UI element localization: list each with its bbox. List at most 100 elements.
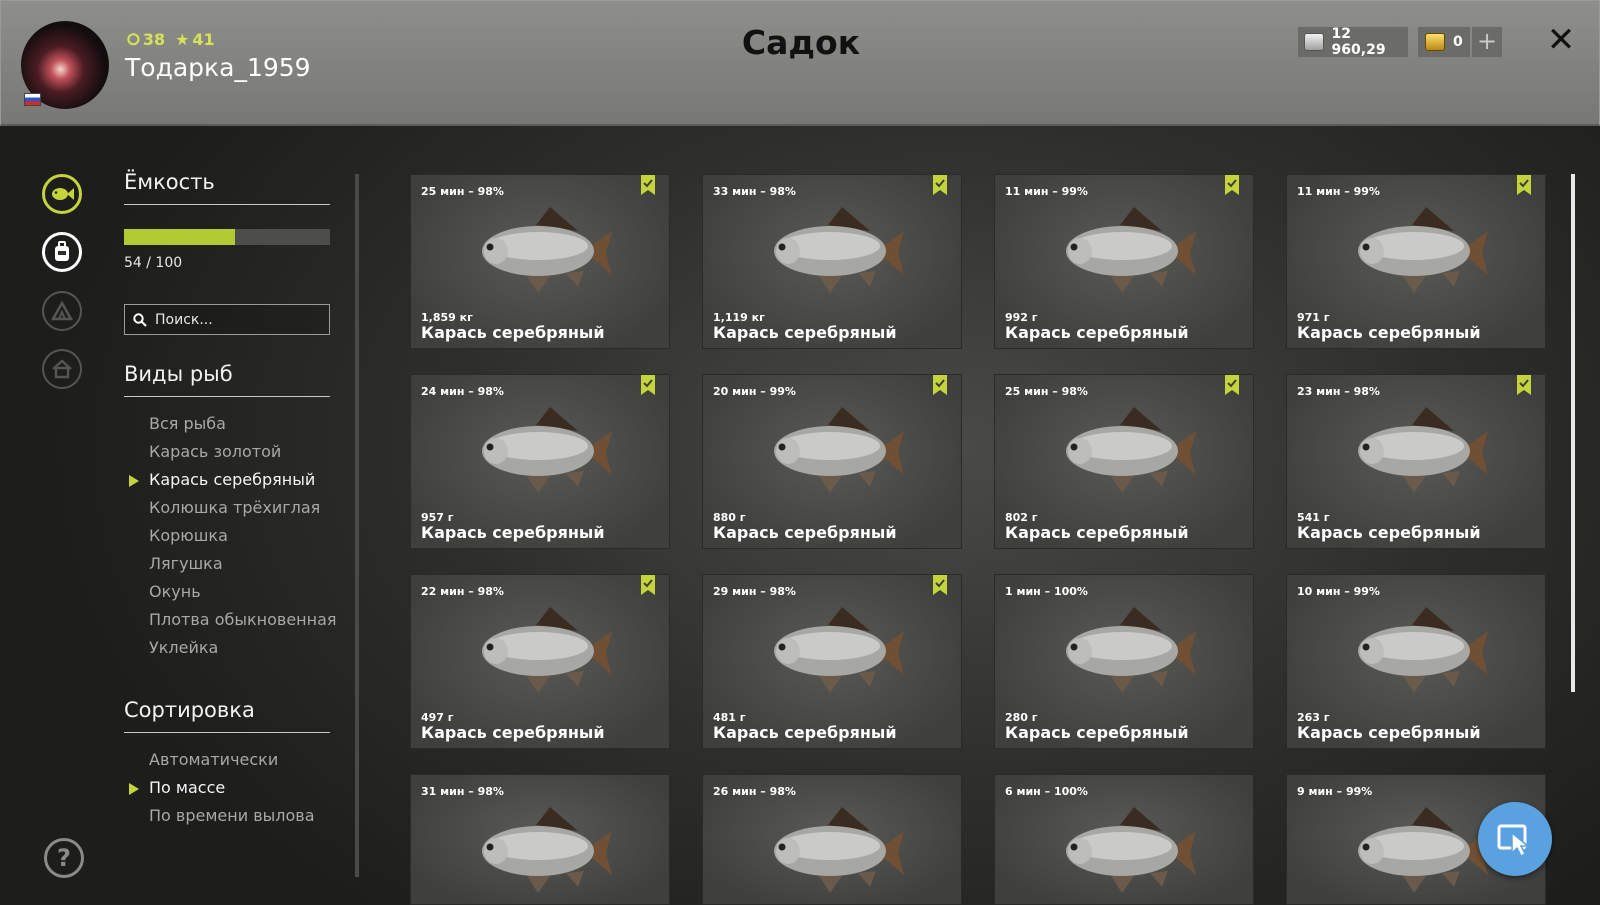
fish-card[interactable]: 1 мин – 100% 280 г Карась серебряный [994,574,1254,749]
bookmark-icon[interactable] [641,575,655,595]
fish-image [758,603,908,697]
fish-card[interactable]: 23 мин – 98% 541 г Карась серебряный [1286,374,1546,549]
fish-image [1050,403,1200,497]
tent-icon [50,300,74,321]
catch-time-quality: 6 мин – 100% [1005,785,1088,798]
species-filter-item[interactable]: Корюшка [124,522,330,550]
catch-time-quality: 23 мин – 98% [1297,385,1380,398]
fish-image [466,803,616,897]
add-gold-button[interactable]: + [1472,27,1502,57]
gold-coins-icon [1425,33,1445,51]
bookmark-icon[interactable] [1517,375,1531,395]
player-rank: ★ 41 [175,30,215,49]
species-filter-item[interactable]: Лягушка [124,550,330,578]
bookmark-icon[interactable] [1517,175,1531,195]
bookmark-icon[interactable] [933,375,947,395]
cursor-select-icon [1497,824,1531,858]
species-title: Виды рыб [124,362,233,386]
help-button[interactable]: ? [44,838,84,878]
species-filter-item[interactable]: Окунь [124,578,330,606]
fish-card[interactable]: 31 мин – 98% [410,774,670,905]
fish-image [758,803,908,897]
sidebar-scrollbar[interactable] [355,174,359,877]
cursor-mode-button[interactable] [1478,802,1552,876]
species-filter-item[interactable]: Колюшка трёхиглая [124,494,330,522]
fish-name: Карась серебряный [713,323,897,342]
catch-time-quality: 33 мин – 98% [713,185,796,198]
filter-sidebar: Ёмкость [124,170,330,205]
species-filter-item[interactable]: Вся рыба [124,410,330,438]
gold-balance: 0 [1418,27,1470,57]
fish-card[interactable]: 11 мин – 99% 992 г Карась серебряный [994,174,1254,349]
fish-card[interactable]: 10 мин – 99% 263 г Карась серебряный [1286,574,1546,749]
player-name: Тодарка_1959 [125,53,311,82]
bookmark-icon[interactable] [933,575,947,595]
fish-image [1342,803,1492,897]
bookmark-icon[interactable] [933,175,947,195]
fish-icon [52,188,74,200]
fish-card[interactable]: 22 мин – 98% 497 г Карась серебряный [410,574,670,749]
species-section: Виды рыб Вся рыба Карась золотой Карась се… [124,362,337,662]
species-divider [124,396,330,397]
fish-name: Карась серебряный [421,723,605,742]
fish-image [1342,203,1492,297]
fish-name: Карась серебряный [1005,523,1189,542]
fish-card[interactable]: 11 мин – 99% 971 г Карась серебряный [1286,174,1546,349]
fish-image [1050,803,1200,897]
fish-card[interactable]: 29 мин – 98% 481 г Карась серебряный [702,574,962,749]
fish-card[interactable]: 33 мин – 98% 1,119 кг Карась серебряный [702,174,962,349]
fish-image [466,603,616,697]
capacity-bar-fill [124,229,236,245]
home-tab[interactable] [42,349,82,389]
close-button[interactable]: ✕ [1544,21,1578,59]
search-box[interactable] [124,304,330,335]
sort-option[interactable]: По времени вылова [124,802,330,830]
sort-option[interactable]: По массе [124,774,330,802]
fish-name: Карась серебряный [1297,723,1481,742]
species-filter-item[interactable]: Плотва обыкновенная [124,606,337,634]
species-filter-item[interactable]: Карась золотой [124,438,330,466]
backpack-tab[interactable] [42,232,82,272]
bookmark-icon[interactable] [641,375,655,395]
species-filter-item[interactable]: Карась серебряный [124,466,330,494]
sort-section: Сортировка Автоматически По массе По време… [124,698,330,830]
catch-time-quality: 22 мин – 98% [421,585,504,598]
fish-card[interactable]: 20 мин – 99% 880 г Карась серебряный [702,374,962,549]
catch-time-quality: 25 мин – 98% [421,185,504,198]
fish-name: Карась серебряный [1005,723,1189,742]
fish-image [466,403,616,497]
camp-tab[interactable] [42,291,82,331]
catch-time-quality: 1 мин – 100% [1005,585,1088,598]
fish-image [758,403,908,497]
fish-card[interactable]: 26 мин – 98% [702,774,962,905]
species-filter-item[interactable]: Уклейка [124,634,330,662]
fish-card[interactable]: 25 мин – 98% 802 г Карась серебряный [994,374,1254,549]
star-icon: ★ [175,30,190,49]
top-bar: ⭘ 38 ★ 41 Тодарка_1959 Садок 12 960,29 0 +… [0,0,1600,126]
level-circle-icon: ⭘ [127,30,140,49]
fish-image [466,203,616,297]
player-level: ⭘ 38 [127,30,166,49]
sort-title: Сортировка [124,698,255,722]
fish-image [758,203,908,297]
fish-name: Карась серебряный [713,523,897,542]
fish-card[interactable]: 25 мин – 98% 1,859 кг Карась серебряный [410,174,670,349]
fish-image [1050,603,1200,697]
fish-name: Карась серебряный [421,323,605,342]
sort-option[interactable]: Автоматически [124,746,330,774]
catch-time-quality: 20 мин – 99% [713,385,796,398]
fish-card[interactable]: 6 мин – 100% [994,774,1254,905]
bookmark-icon[interactable] [641,175,655,195]
grid-scrollbar[interactable] [1571,174,1575,692]
player-stats: ⭘ 38 ★ 41 [127,30,215,50]
fish-card[interactable]: 24 мин – 98% 957 г Карась серебряный [410,374,670,549]
capacity-title: Ёмкость [124,170,215,194]
capacity-count: 54 / 100 [124,255,183,271]
silver-amount: 12 960,29 [1331,26,1386,58]
bookmark-icon[interactable] [1225,375,1239,395]
search-input[interactable] [153,310,327,329]
keepnet-fish-tab[interactable] [42,174,82,214]
backpack-icon [55,241,69,261]
bookmark-icon[interactable] [1225,175,1239,195]
fish-name: Карась серебряный [713,723,897,742]
